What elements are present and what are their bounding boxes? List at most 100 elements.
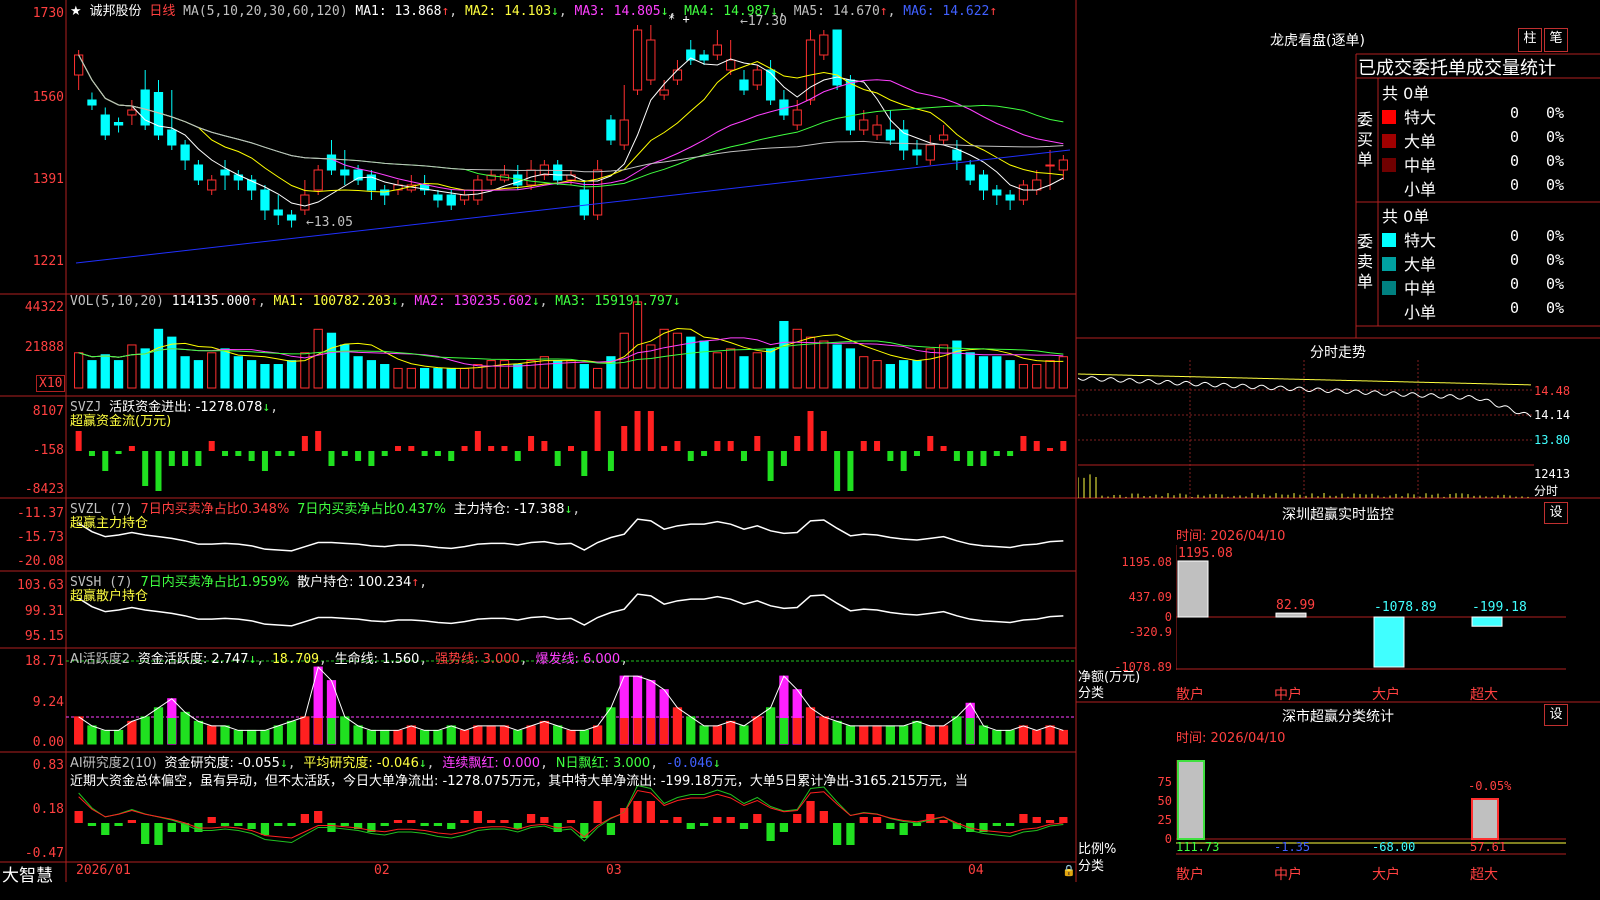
- flow-bar: [528, 436, 534, 451]
- lhb-title: 龙虎看盘(逐单): [1270, 30, 1365, 50]
- vol-label: VOL(5,10,20): [70, 294, 164, 309]
- flow-bar: [981, 451, 987, 466]
- research-bar: [780, 823, 788, 832]
- candle: [806, 40, 814, 100]
- cl-time: 时间: 2026/04/10: [1176, 727, 1285, 746]
- order-row-sell: 小单: [1382, 299, 1436, 323]
- intraday-axis: 14.48: [1534, 384, 1570, 398]
- activity-bar: [939, 726, 947, 744]
- svzl-subtitle: 超赢主力持仓: [70, 512, 148, 531]
- activity-bar: [474, 726, 482, 744]
- activity-bar: [1006, 730, 1014, 744]
- sz-bar: [1374, 617, 1404, 667]
- research-bar: [421, 823, 429, 826]
- research-bar: [1006, 823, 1014, 826]
- air-label: AI研究度2(10): [70, 756, 157, 771]
- cl-bar: [1472, 799, 1498, 839]
- sz-cat: 中户: [1274, 684, 1302, 704]
- buy-side-label: 委买单: [1357, 110, 1377, 170]
- intraday-chart[interactable]: [1078, 360, 1534, 500]
- candle: [740, 80, 748, 90]
- activity-base: [633, 718, 641, 744]
- air-axis-label: -0.47: [0, 846, 64, 861]
- order-row-buy: 大单: [1382, 128, 1436, 152]
- flow-bar: [834, 451, 840, 491]
- order-percent: 0%: [1546, 299, 1564, 317]
- order-size-label: 特大: [1404, 108, 1436, 127]
- candle: [647, 40, 655, 80]
- research-bar: [993, 823, 1001, 826]
- cl-value: 111.73: [1176, 840, 1219, 854]
- candle: [753, 70, 761, 85]
- svsh-retail: 散户持仓: 100.234: [297, 575, 411, 590]
- activity-base: [141, 718, 149, 744]
- candle: [341, 170, 349, 175]
- flow-bar: [808, 411, 814, 451]
- svsh-line: [79, 594, 1064, 626]
- order-percent: 0%: [1546, 227, 1564, 245]
- research-line: [79, 786, 1064, 843]
- flow-bar: [728, 441, 734, 451]
- research-bar: [114, 823, 122, 826]
- buy-total: 共 0单: [1382, 80, 1429, 104]
- intraday-avg-line: [1078, 374, 1531, 385]
- svzj-axis-label: -158: [0, 443, 64, 458]
- order-count: 0: [1510, 299, 1519, 317]
- research-bar: [580, 823, 588, 838]
- volume-bar: [128, 345, 136, 388]
- research-bar: [886, 823, 894, 829]
- research-bar: [314, 811, 322, 823]
- activity-bar: [900, 726, 908, 744]
- flow-bar: [368, 451, 374, 466]
- volume-bar: [1006, 361, 1014, 388]
- order-percent: 0%: [1546, 152, 1564, 170]
- flow-bar: [861, 441, 867, 451]
- research-bar: [660, 820, 668, 823]
- research-bar: [447, 823, 455, 829]
- sz-settings-button[interactable]: 设: [1544, 502, 1568, 524]
- intraday-title: 分时走势: [1076, 342, 1600, 362]
- flow-bar: [142, 451, 148, 486]
- flow-bar: [608, 451, 614, 471]
- flow-bar: [209, 441, 215, 451]
- svzj-axis-label: 8107: [0, 404, 64, 419]
- tick-mode-button[interactable]: 笔: [1544, 28, 1568, 52]
- cl-value: 57.61: [1470, 840, 1506, 854]
- flow-bar: [328, 451, 334, 466]
- activity-bar: [567, 730, 575, 744]
- candle: [301, 195, 309, 210]
- volume-bar: [780, 321, 788, 388]
- candle: [607, 120, 615, 140]
- cl-value: -68.00: [1372, 840, 1415, 854]
- intraday-axis: 12413: [1534, 467, 1570, 481]
- candle: [860, 120, 868, 130]
- flow-bar: [555, 451, 561, 466]
- volume-bar: [274, 365, 282, 388]
- candle: [1019, 185, 1027, 200]
- research-bar: [727, 817, 735, 823]
- volume-bar: [487, 361, 495, 388]
- vol-axis-label: 44322: [0, 300, 64, 315]
- bar-mode-button[interactable]: 柱: [1518, 28, 1542, 52]
- sz-bar: [1178, 561, 1208, 617]
- cl-settings-button[interactable]: 设: [1544, 704, 1568, 726]
- sz-bar-label: -1078.89: [1374, 600, 1437, 615]
- volume-bar: [447, 368, 455, 388]
- intraday-axis: 13.80: [1534, 433, 1570, 447]
- flow-bar: [1034, 441, 1040, 451]
- candle: [261, 190, 269, 210]
- air-r1: 资金研究度: -0.055: [165, 756, 280, 771]
- activity-base: [607, 718, 615, 744]
- volume-bar: [1019, 365, 1027, 388]
- period-label[interactable]: 日线: [149, 4, 175, 19]
- volume-bar: [806, 337, 814, 388]
- svzl-line-path: [79, 519, 1064, 551]
- volume-bar: [593, 368, 601, 388]
- lock-icon[interactable]: 🔒: [1062, 864, 1076, 877]
- high-price-marker: ←17.30: [740, 14, 787, 29]
- activity-bar: [407, 726, 415, 744]
- research-bar: [381, 823, 389, 826]
- date-axis-label: 03: [606, 863, 622, 878]
- svzj-axis-label: -8423: [0, 482, 64, 497]
- activity-base: [966, 718, 974, 744]
